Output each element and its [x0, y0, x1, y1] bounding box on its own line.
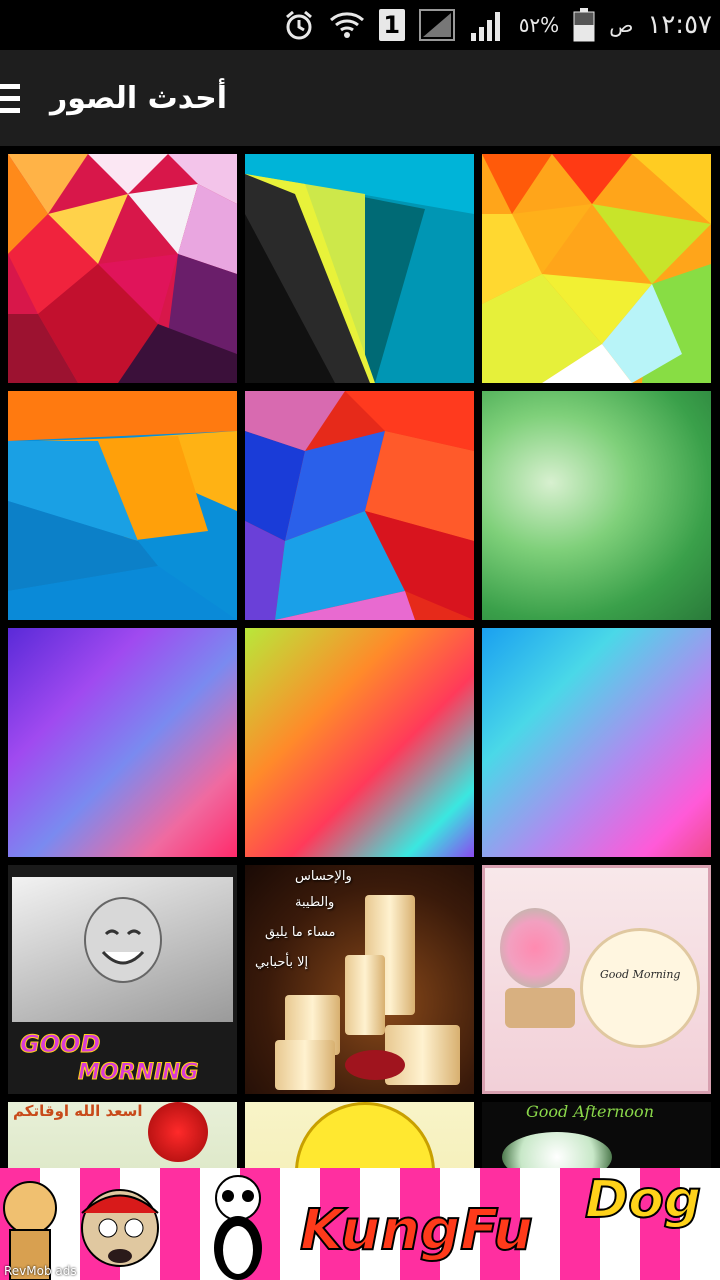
wifi-icon — [329, 7, 365, 43]
image-grid: GOOD MORNING والإحساس والطيبة مساء ما يل… — [8, 154, 712, 1168]
wallpaper-tile[interactable] — [482, 391, 711, 620]
good-text: GOOD — [19, 1030, 101, 1059]
wallpaper-tile[interactable] — [245, 154, 474, 383]
arabic-line: مساء ما يليق — [265, 925, 336, 940]
page-title: أحدث الصور — [50, 80, 228, 116]
clock: ١٢:٥٧ — [647, 10, 712, 40]
arabic-line: والطيبة — [295, 895, 335, 910]
wallpaper-tile[interactable] — [245, 1102, 474, 1168]
wallpaper-tile[interactable]: اسعد الله اوقاتكم — [8, 1102, 237, 1168]
morning-text: MORNING — [78, 1060, 200, 1086]
alarm-icon — [283, 7, 315, 43]
signal-icon — [469, 7, 505, 43]
wallpaper-tile[interactable] — [245, 391, 474, 620]
ad-title-kungfu: KungFu — [299, 1197, 534, 1264]
good-afternoon-text: Good Afternoon — [526, 1102, 654, 1121]
signal-empty-icon — [418, 7, 455, 43]
wallpaper-tile[interactable] — [8, 154, 237, 383]
ad-banner[interactable]: KungFu Dog RevMob ads — [0, 1168, 720, 1280]
wallpaper-tile[interactable] — [245, 628, 474, 857]
hamburger-menu-icon[interactable] — [0, 50, 34, 146]
wallpaper-tile[interactable]: Good Morning — [482, 865, 711, 1094]
sim-icon: 1 — [378, 9, 405, 41]
ad-credit: RevMob ads — [4, 1264, 77, 1278]
wallpaper-tile[interactable]: والإحساس والطيبة مساء ما يليق إلا بأحباب… — [245, 865, 474, 1094]
status-bar: 1 ٥٢% ص ١٢:٥٧ — [0, 0, 720, 50]
wallpaper-tile[interactable] — [482, 628, 711, 857]
arabic-line: والإحساس — [295, 869, 352, 884]
wallpaper-tile[interactable] — [8, 391, 237, 620]
wallpaper-tile[interactable]: GOOD MORNING — [8, 865, 237, 1094]
wallpaper-tile[interactable]: Good Afternoon — [482, 1102, 711, 1168]
arabic-rose-text: اسعد الله اوقاتكم — [13, 1102, 143, 1120]
arabic-line: إلا بأحبابي — [255, 955, 309, 970]
ad-title-dog: Dog — [584, 1169, 702, 1231]
wallpaper-tile[interactable] — [482, 154, 711, 383]
wallpaper-tile[interactable] — [8, 628, 237, 857]
am-pm: ص — [609, 13, 634, 37]
app-bar: أحدث الصور — [0, 50, 720, 146]
battery-percent: ٥٢% — [518, 13, 560, 37]
good-morning-clock-text: Good Morning — [600, 968, 681, 981]
battery-icon — [573, 7, 595, 43]
